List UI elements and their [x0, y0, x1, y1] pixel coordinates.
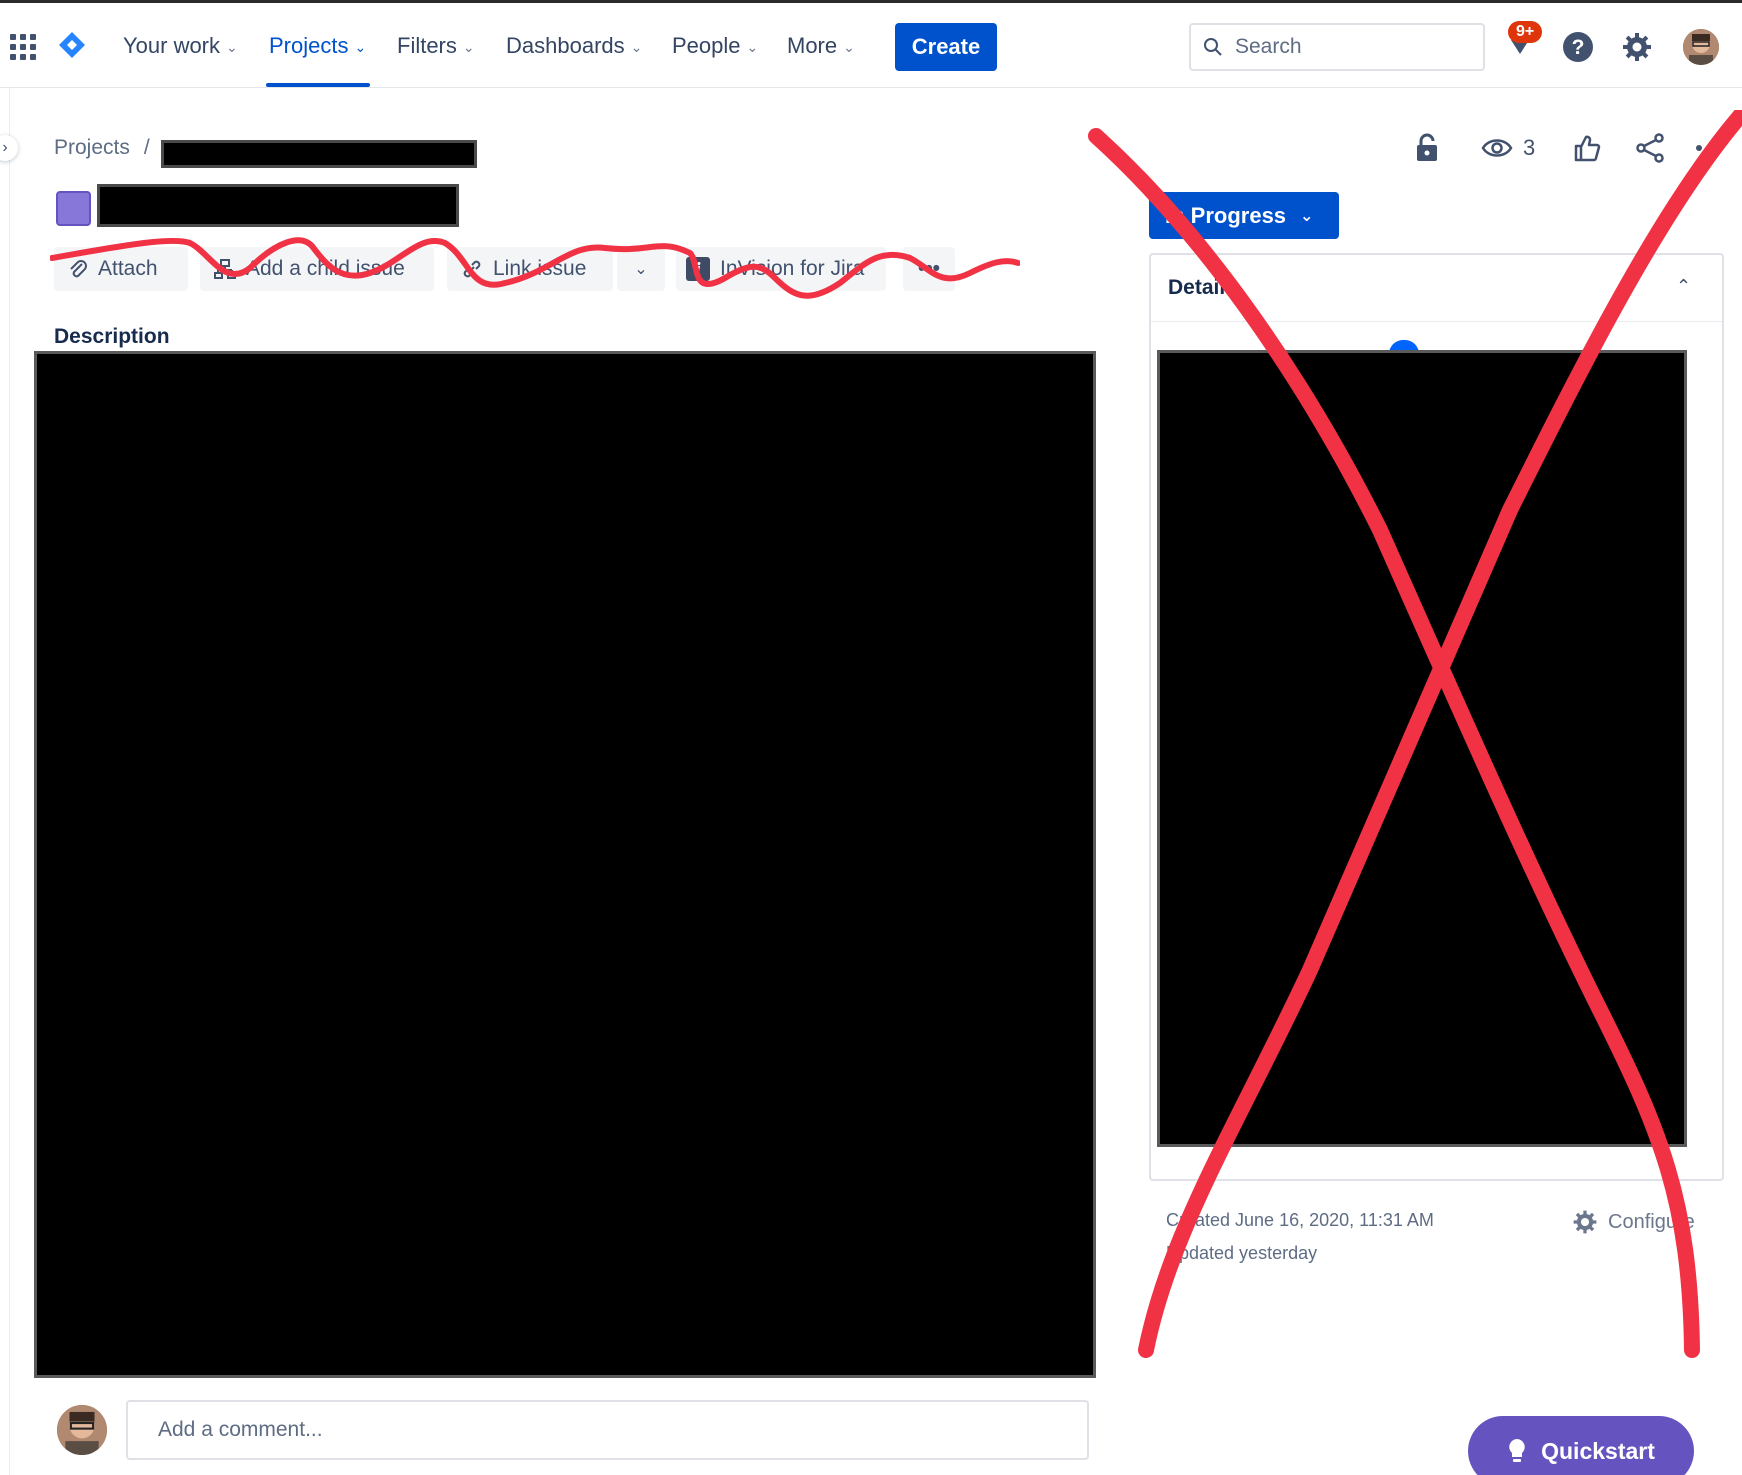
breadcrumb-separator: /: [143, 136, 150, 159]
description-heading: Description: [54, 325, 170, 348]
nav-projects[interactable]: Projects ⌄: [269, 33, 366, 59]
gear-icon: [1573, 1210, 1597, 1234]
add-child-issue-label: Add a child issue: [246, 257, 405, 280]
link-icon: [463, 260, 481, 278]
comment-user-avatar: [57, 1405, 107, 1455]
thumbs-up-icon[interactable]: [1573, 132, 1601, 164]
watchers-button[interactable]: 3: [1481, 132, 1535, 164]
breadcrumb-projects-link[interactable]: Projects: [54, 136, 130, 160]
project-avatar: [56, 191, 91, 226]
eye-icon: [1481, 139, 1513, 157]
nav-filters[interactable]: Filters ⌄: [397, 33, 475, 59]
details-divider: [1151, 321, 1722, 322]
nav-more-label: More: [787, 33, 838, 58]
configure-label: Configure: [1608, 1210, 1695, 1233]
chevron-down-icon: ⌄: [843, 38, 855, 55]
jira-logo-icon[interactable]: [58, 31, 86, 59]
search-icon: [1204, 38, 1222, 56]
top-navigation: Your work ⌄ Projects ⌄ Filters ⌄ Dashboa…: [0, 0, 1742, 88]
configure-button[interactable]: Configure: [1572, 1209, 1695, 1235]
nav-dashboards-label: Dashboards: [506, 33, 625, 58]
more-actions-ellipsis-icon: •••: [917, 257, 941, 280]
status-label: In Progress: [1165, 202, 1287, 228]
link-issue-button[interactable]: Link issue: [447, 247, 613, 291]
svg-text:?: ?: [1572, 36, 1585, 59]
share-icon[interactable]: [1635, 132, 1665, 164]
svg-text:i: i: [695, 260, 701, 280]
updated-timestamp: Updated yesterday: [1166, 1243, 1318, 1263]
child-issue-icon: [214, 259, 236, 279]
chevron-down-icon: ⌄: [634, 261, 648, 278]
search-box[interactable]: [1189, 23, 1485, 71]
attach-button[interactable]: Attach: [54, 247, 188, 291]
details-heading: Details: [1168, 276, 1237, 299]
created-timestamp: Created June 16, 2020, 11:31 AM: [1166, 1210, 1434, 1230]
nav-projects-label: Projects: [269, 33, 349, 58]
chevron-down-icon: ⌄: [746, 38, 759, 55]
settings-gear-icon[interactable]: [1619, 29, 1655, 65]
chevron-down-icon: ⌄: [462, 38, 475, 55]
nav-people-label: People: [672, 33, 741, 58]
chevron-right-icon: ›: [2, 139, 8, 156]
comment-input[interactable]: [126, 1400, 1089, 1460]
redacted-issue-title-block: [97, 184, 459, 227]
notifications-badge: 9+: [1508, 21, 1543, 43]
chevron-up-icon[interactable]: ⌃: [1676, 276, 1691, 297]
lock-icon[interactable]: [1414, 132, 1440, 164]
chevron-down-icon: ⌄: [226, 38, 238, 55]
watchers-count: 3: [1523, 135, 1536, 160]
link-issue-label: Link issue: [493, 257, 587, 280]
nav-dashboards[interactable]: Dashboards ⌄: [506, 33, 642, 59]
nav-filters-label: Filters: [397, 33, 457, 58]
user-avatar[interactable]: [1683, 29, 1719, 65]
status-dropdown-button[interactable]: In Progress ⌄: [1149, 192, 1339, 239]
redacted-details-block: [1157, 350, 1687, 1147]
chevron-down-icon: ⌄: [1300, 207, 1314, 225]
attach-label: Attach: [98, 257, 158, 280]
nav-your-work-label: Your work: [123, 33, 221, 58]
nav-people[interactable]: People ⌄: [672, 33, 758, 59]
expand-sidebar-button[interactable]: ›: [0, 135, 18, 161]
quickstart-button[interactable]: Quickstart: [1468, 1416, 1694, 1475]
chevron-down-icon: ⌄: [630, 38, 643, 55]
help-icon[interactable]: ?: [1560, 29, 1596, 65]
search-input[interactable]: [1235, 35, 1455, 59]
lightbulb-icon: [1509, 1439, 1525, 1462]
nav-active-indicator: [266, 83, 370, 87]
more-options-icon[interactable]: [1694, 132, 1724, 164]
more-actions-button[interactable]: •••: [903, 247, 955, 291]
nav-more[interactable]: More ⌄: [787, 33, 855, 59]
app-switcher-icon[interactable]: [10, 34, 36, 60]
sidebar-rail: [0, 88, 10, 1475]
breadcrumb: Projects /: [54, 136, 150, 160]
paperclip-icon: [70, 260, 87, 278]
redacted-breadcrumb-block: [161, 140, 477, 168]
invision-label: InVision for Jira: [720, 257, 865, 280]
link-issue-dropdown-button[interactable]: ⌄: [617, 247, 665, 291]
nav-your-work[interactable]: Your work ⌄: [123, 33, 238, 59]
add-child-issue-button[interactable]: Add a child issue: [200, 247, 434, 291]
chevron-down-icon: ⌄: [354, 38, 367, 55]
invision-for-jira-button[interactable]: i InVision for Jira: [676, 247, 886, 291]
invision-icon: i: [686, 257, 710, 281]
redacted-description-block: [34, 351, 1096, 1378]
create-button[interactable]: Create: [895, 23, 997, 71]
quickstart-label: Quickstart: [1541, 1437, 1655, 1464]
